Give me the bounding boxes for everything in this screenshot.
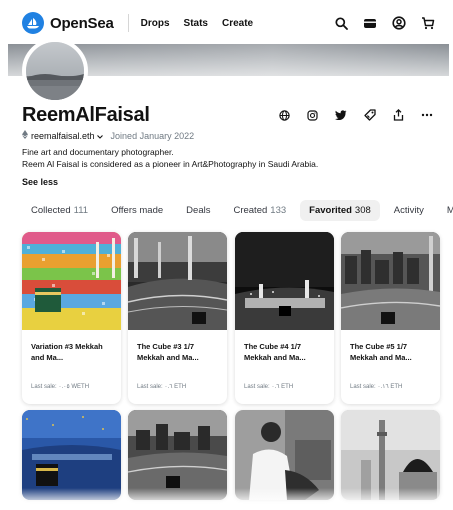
nav-link-create[interactable]: Create [222, 18, 253, 29]
nft-card[interactable]: Variation #3 Mekkah and Ma... Last sale:… [22, 232, 121, 404]
tag-icon[interactable] [364, 109, 376, 121]
nft-image [341, 410, 440, 500]
tab-offers-made[interactable]: Offers made [102, 200, 172, 221]
nft-card[interactable]: The Cube #4 1/7 Mekkah and Ma... Last sa… [235, 232, 334, 404]
instagram-icon[interactable] [307, 109, 318, 121]
chevron-down-icon[interactable] [96, 131, 103, 141]
nft-image [235, 410, 334, 500]
tab-favorited[interactable]: Favorited 308 [300, 199, 380, 221]
nft-image [341, 232, 440, 330]
nft-image [128, 232, 227, 330]
more-icon[interactable] [421, 113, 433, 117]
opensea-logo-icon [22, 12, 44, 34]
tab-collected[interactable]: Collected 111 [22, 200, 97, 221]
profile-name: ReemAlFaisal [22, 104, 150, 126]
ens-handle[interactable]: reemalfaisal.eth [31, 131, 95, 141]
tab-created[interactable]: Created 133 [224, 200, 295, 221]
search-icon[interactable] [335, 16, 348, 30]
card-title: The Cube #3 1/7 Mekkah and Ma... [137, 342, 199, 362]
nft-card[interactable] [22, 410, 121, 500]
card-last-sale: Last sale: ٠.١٦ ETH [350, 384, 403, 390]
cart-icon[interactable] [421, 16, 435, 30]
nav-divider [127, 14, 129, 32]
joined-date: Joined January 2022 [110, 130, 195, 141]
brand-name: OpenSea [50, 14, 114, 32]
nft-image [22, 410, 121, 500]
ethereum-icon [22, 130, 28, 141]
card-last-sale: Last sale: ٠.٦ ETH [137, 384, 187, 390]
profile-tabs: Collected 111 Offers made Deals Created 13… [22, 198, 453, 222]
card-last-sale: Last sale: ٠.٦ ETH [244, 384, 294, 390]
twitter-icon[interactable] [335, 110, 347, 120]
nft-card[interactable] [128, 410, 227, 500]
tab-deals[interactable]: Deals [177, 200, 219, 221]
nft-card[interactable]: The Cube #3 1/7 Mekkah and Ma... Last sa… [128, 232, 227, 404]
nft-image [235, 232, 334, 330]
brand-logo[interactable]: OpenSea [22, 12, 114, 34]
nav-link-drops[interactable]: Drops [141, 18, 170, 29]
tab-more[interactable]: M [438, 200, 453, 221]
bio-line: Reem Al Faisal is considered as a pionee… [22, 159, 319, 169]
bio-line: Fine art and documentary photographer. [22, 147, 174, 157]
nft-card[interactable] [235, 410, 334, 500]
globe-icon[interactable] [279, 109, 290, 121]
profile-action-bar [279, 109, 433, 121]
profile-meta: reemalfaisal.eth Joined January 2022 [22, 130, 194, 141]
card-title: The Cube #4 1/7 Mekkah and Ma... [244, 342, 306, 362]
top-nav: OpenSea Drops Stats Create [0, 0, 453, 46]
wallet-icon[interactable] [363, 17, 377, 29]
nft-image [22, 232, 121, 330]
account-icon[interactable] [392, 16, 406, 30]
nav-link-stats[interactable]: Stats [184, 18, 208, 29]
share-icon[interactable] [393, 109, 404, 121]
scroll-fade [0, 488, 453, 510]
nft-card[interactable]: The Cube #5 1/7 Mekkah and Ma... Last sa… [341, 232, 440, 404]
profile-bio: Fine art and documentary photographer. R… [22, 146, 318, 170]
card-last-sale: Last sale: ٠.٠٥ WETH [31, 384, 90, 390]
card-title: The Cube #5 1/7 Mekkah and Ma... [350, 342, 412, 362]
nft-card[interactable] [341, 410, 440, 500]
see-less-link[interactable]: See less [22, 177, 58, 187]
tab-activity[interactable]: Activity [385, 200, 433, 221]
nft-image [128, 410, 227, 500]
card-title: Variation #3 Mekkah and Ma... [31, 342, 103, 362]
profile-avatar[interactable] [22, 38, 88, 104]
